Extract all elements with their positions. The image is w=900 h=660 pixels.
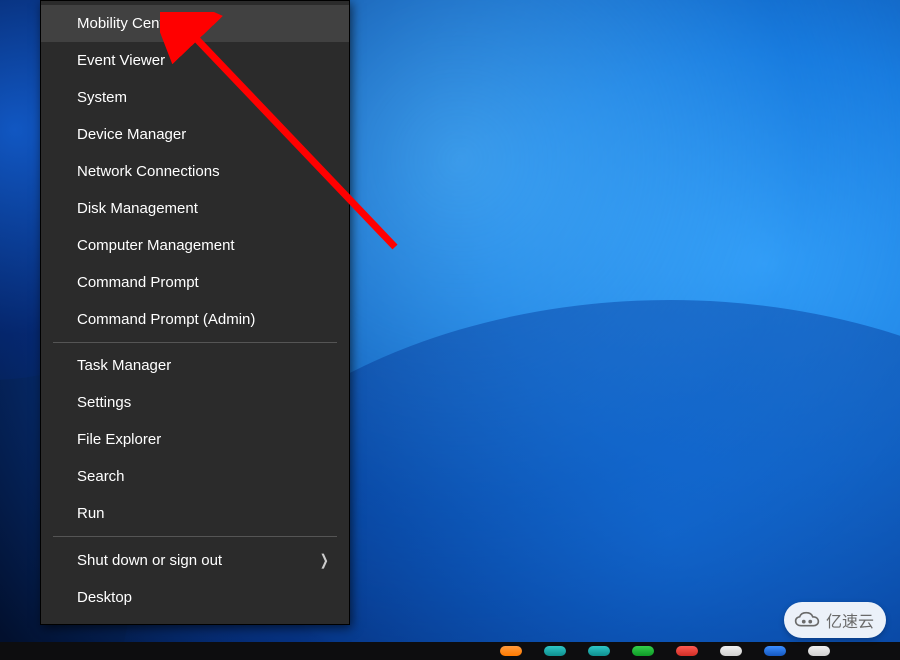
menu-item-system[interactable]: System <box>41 79 349 116</box>
winx-context-menu[interactable]: Mobility Center Event Viewer System Device … <box>40 0 350 625</box>
menu-item-label: Run <box>77 505 105 522</box>
menu-item-task-manager[interactable]: Task Manager <box>41 347 349 384</box>
menu-item-label: System <box>77 89 127 106</box>
menu-item-desktop[interactable]: Desktop <box>41 579 349 616</box>
menu-item-label: Device Manager <box>77 126 186 143</box>
menu-item-label: Command Prompt (Admin) <box>77 311 255 328</box>
menu-item-computer-management[interactable]: Computer Management <box>41 227 349 264</box>
menu-item-label: Command Prompt <box>77 274 199 291</box>
taskbar-icon[interactable] <box>764 646 786 656</box>
menu-item-label: Shut down or sign out <box>77 552 222 569</box>
menu-item-label: Mobility Center <box>77 15 177 32</box>
menu-separator <box>53 342 337 343</box>
menu-item-network-connections[interactable]: Network Connections <box>41 153 349 190</box>
menu-item-device-manager[interactable]: Device Manager <box>41 116 349 153</box>
menu-item-label: Network Connections <box>77 163 220 180</box>
menu-item-command-prompt-admin[interactable]: Command Prompt (Admin) <box>41 301 349 338</box>
menu-item-label: Search <box>77 468 125 485</box>
taskbar-icon[interactable] <box>632 646 654 656</box>
menu-item-settings[interactable]: Settings <box>41 384 349 421</box>
watermark-text: 亿速云 <box>826 608 874 632</box>
menu-item-label: Task Manager <box>77 357 171 374</box>
menu-item-disk-management[interactable]: Disk Management <box>41 190 349 227</box>
taskbar-icon[interactable] <box>676 646 698 656</box>
menu-item-label: Event Viewer <box>77 52 165 69</box>
menu-item-event-viewer[interactable]: Event Viewer <box>41 42 349 79</box>
taskbar[interactable] <box>0 642 900 660</box>
menu-item-label: Desktop <box>77 589 132 606</box>
cloud-icon <box>794 611 820 629</box>
menu-item-shut-down-or-sign-out[interactable]: Shut down or sign out ❯ <box>41 541 349 579</box>
taskbar-icon[interactable] <box>808 646 830 656</box>
menu-item-run[interactable]: Run <box>41 495 349 532</box>
taskbar-icon[interactable] <box>500 646 522 656</box>
menu-separator <box>53 536 337 537</box>
watermark-badge: 亿速云 <box>784 602 886 638</box>
menu-item-search[interactable]: Search <box>41 458 349 495</box>
chevron-right-icon: ❯ <box>320 551 329 569</box>
menu-item-label: Computer Management <box>77 237 235 254</box>
menu-item-label: Settings <box>77 394 131 411</box>
taskbar-icon[interactable] <box>720 646 742 656</box>
taskbar-icon[interactable] <box>588 646 610 656</box>
menu-item-label: Disk Management <box>77 200 198 217</box>
menu-item-mobility-center[interactable]: Mobility Center <box>41 5 349 42</box>
taskbar-icon[interactable] <box>544 646 566 656</box>
menu-item-command-prompt[interactable]: Command Prompt <box>41 264 349 301</box>
menu-item-label: File Explorer <box>77 431 161 448</box>
menu-item-file-explorer[interactable]: File Explorer <box>41 421 349 458</box>
